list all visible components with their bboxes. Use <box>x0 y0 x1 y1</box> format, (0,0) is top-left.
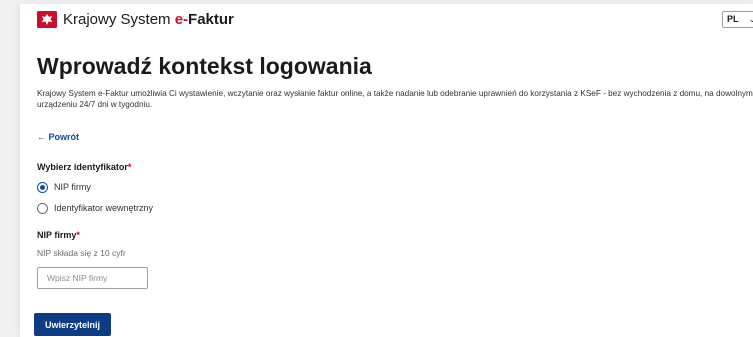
language-select[interactable]: PL ⌄ <box>722 11 753 28</box>
required-asterisk: * <box>76 230 80 240</box>
radio-label-internal-id: Identyfikator wewnętrzny <box>54 203 154 213</box>
brand-e-prefix: e- <box>174 11 189 28</box>
nip-hint: NIP składa się z 10 cyfr <box>37 248 126 258</box>
back-link[interactable]: ← Powrót <box>37 132 79 142</box>
radio-label-nip: NIP firmy <box>54 182 91 192</box>
radio-button-internal-id[interactable] <box>37 203 48 214</box>
authenticate-button[interactable]: Uwierzytelnij <box>34 313 111 336</box>
radio-button-nip[interactable] <box>37 182 48 193</box>
language-value: PL <box>727 14 739 24</box>
back-link-label: Powrót <box>48 132 80 142</box>
login-context-page: Krajowy System e-Faktur PL ⌄ Wprowadź ko… <box>20 4 753 337</box>
brand-faktur: Faktur <box>188 11 234 28</box>
polish-emblem-logo-icon <box>37 11 57 28</box>
app-brand-name[interactable]: Krajowy System e-Faktur <box>63 11 234 29</box>
nip-label-text: NIP firmy <box>37 230 77 240</box>
page-description: Krajowy System e-Faktur umożliwia Ci wys… <box>37 89 753 109</box>
nip-input[interactable] <box>37 267 148 289</box>
required-asterisk: * <box>127 162 132 172</box>
arrow-left-icon: ← <box>37 132 46 142</box>
app-header: Krajowy System e-Faktur PL ⌄ <box>20 4 753 34</box>
brand-text: Krajowy System <box>63 11 175 28</box>
chevron-down-icon: ⌄ <box>748 14 753 24</box>
nip-field-label: NIP firmy* <box>37 230 80 240</box>
page-title: Wprowadź kontekst logowania <box>37 53 372 79</box>
identifier-group-label: Wybierz identyfikator* <box>37 162 131 172</box>
identifier-label-text: Wybierz identyfikator <box>37 162 128 172</box>
